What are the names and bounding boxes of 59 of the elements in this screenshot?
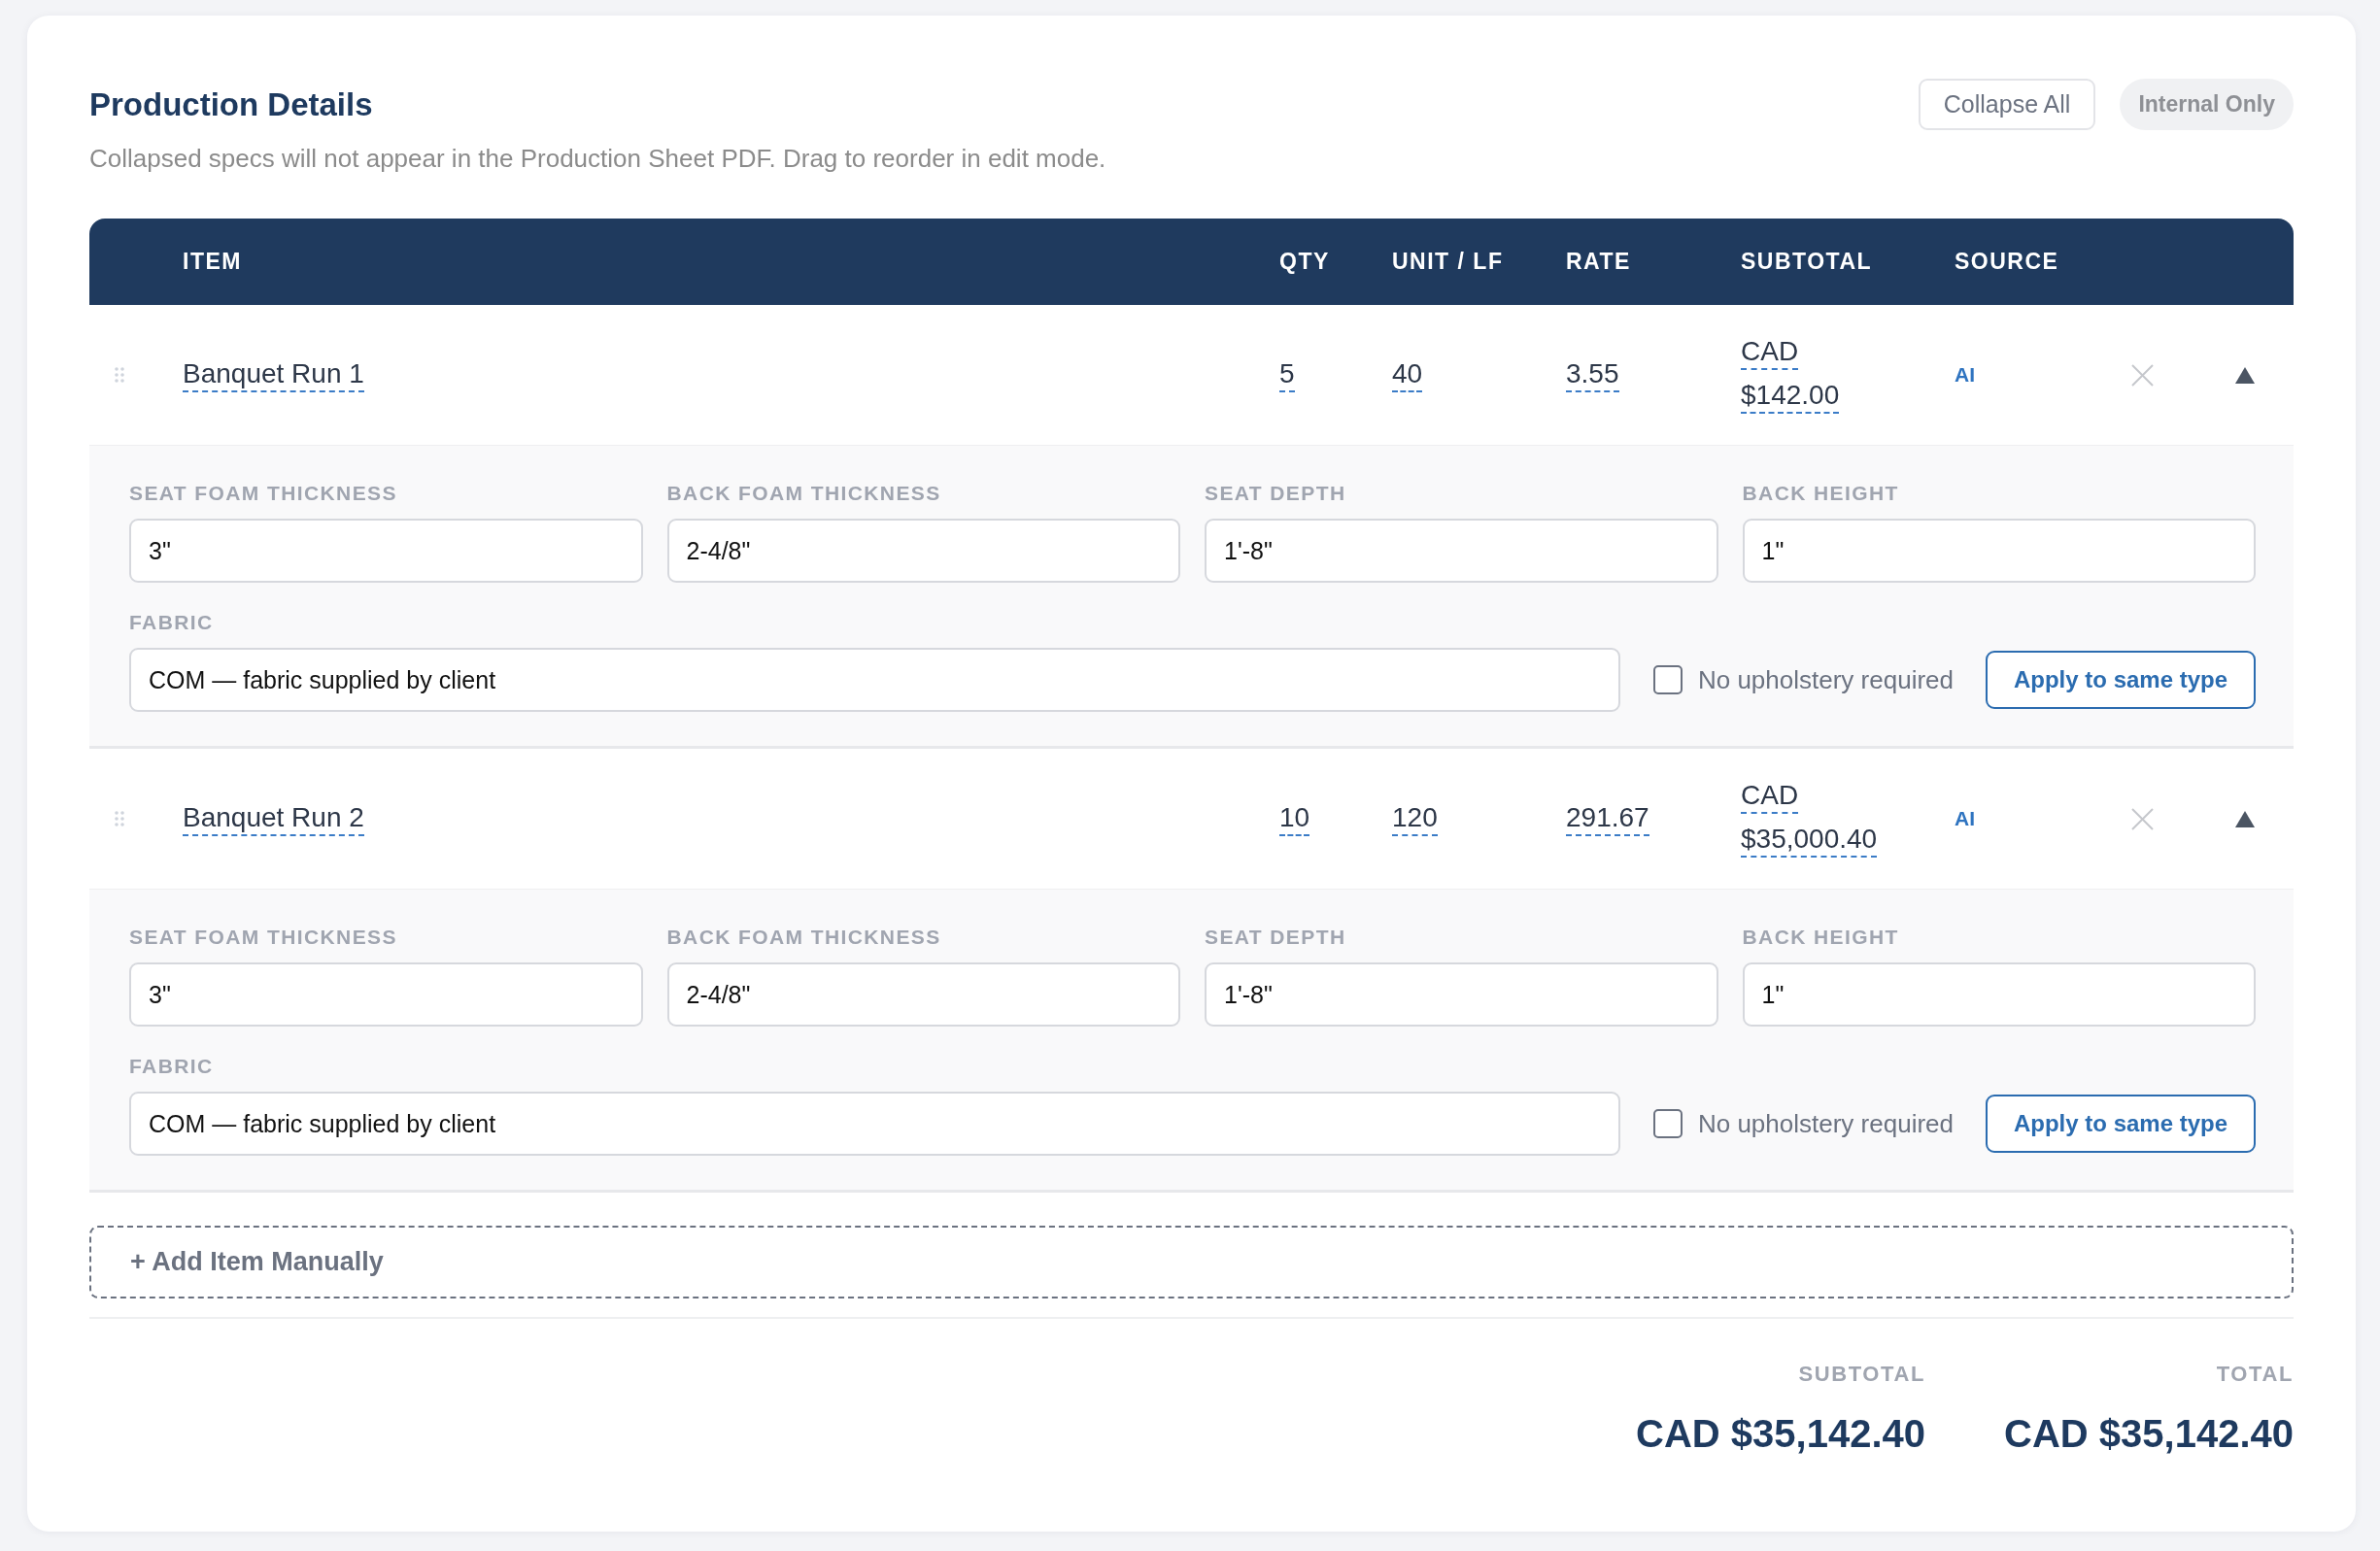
- checkbox[interactable]: [1652, 1109, 1683, 1138]
- field-label: FABRIC: [129, 1055, 215, 1078]
- drag-handle-icon[interactable]: [115, 367, 124, 383]
- column-header: QTY: [1279, 249, 1330, 275]
- subtotal-value[interactable]: $35,000.40: [1741, 824, 1878, 858]
- field-label: BACK HEIGHT: [1742, 926, 1900, 949]
- section-title: Production Details: [89, 84, 373, 124]
- currency-code[interactable]: CAD: [1741, 780, 1799, 814]
- apply-button[interactable]: Apply to same type: [1986, 1095, 2256, 1153]
- internal-badge: Internal Only: [2120, 79, 2294, 130]
- source-label: AI: [1955, 807, 1975, 830]
- input-field[interactable]: 1'-8": [1205, 519, 1718, 583]
- column-header: ITEM: [183, 249, 242, 275]
- subtotal-value[interactable]: $142.00: [1741, 380, 1840, 414]
- drag-handle-icon[interactable]: [115, 811, 124, 826]
- total-label: TOTAL: [2216, 1363, 2294, 1386]
- section-description: Collapsed specs will not appear in the Production Sheet PDF. Drag to reorder in edit mode.: [89, 144, 1107, 173]
- total-label: SUBTOTAL: [1798, 1363, 1926, 1386]
- apply-button[interactable]: Apply to same type: [1986, 651, 2256, 709]
- field-label: FABRIC: [129, 611, 215, 634]
- input-field[interactable]: 3": [129, 962, 643, 1027]
- rate-value[interactable]: 291.67: [1566, 801, 1649, 836]
- field-label: BACK FOAM THICKNESS: [666, 926, 942, 949]
- total-value: CAD $35,142.40: [2004, 1411, 2294, 1457]
- up-triangle-icon[interactable]: [2235, 366, 2255, 384]
- input-field[interactable]: 1": [1742, 962, 2256, 1027]
- input-field[interactable]: COM — fabric supplied by client: [129, 648, 1620, 712]
- field-label: BACK HEIGHT: [1742, 482, 1900, 505]
- rate-value[interactable]: 3.55: [1566, 357, 1619, 392]
- column-header: RATE: [1566, 249, 1631, 275]
- source-label: AI: [1955, 363, 1975, 387]
- checkbox[interactable]: [1652, 665, 1683, 694]
- checkbox-label: No upholstery required: [1697, 1108, 1954, 1139]
- input-field[interactable]: 1": [1742, 519, 2256, 583]
- checkbox-label: No upholstery required: [1697, 664, 1954, 695]
- input-field[interactable]: 2-4/8": [666, 962, 1180, 1027]
- field-label: SEAT DEPTH: [1205, 482, 1347, 505]
- unit-value[interactable]: 120: [1392, 801, 1438, 836]
- input-field[interactable]: 2-4/8": [666, 519, 1180, 583]
- field-label: SEAT FOAM THICKNESS: [129, 482, 398, 505]
- currency-code[interactable]: CAD: [1741, 336, 1799, 370]
- column-header: SOURCE: [1955, 249, 2059, 275]
- total-value: CAD $35,142.40: [1636, 1411, 1926, 1457]
- column-header: SUBTOTAL: [1741, 249, 1873, 275]
- quantity-value[interactable]: 5: [1279, 357, 1295, 392]
- input-field[interactable]: 3": [129, 519, 643, 583]
- input-field[interactable]: 1'-8": [1205, 962, 1718, 1027]
- field-label: SEAT FOAM THICKNESS: [129, 926, 398, 949]
- add-item-button[interactable]: + Add Item Manually: [89, 1226, 2294, 1298]
- field-label: BACK FOAM THICKNESS: [666, 482, 942, 505]
- collapse-all-button[interactable]: Collapse All: [1918, 79, 2096, 130]
- field-label: SEAT DEPTH: [1205, 926, 1347, 949]
- item-name[interactable]: Banquet Run 2: [183, 801, 364, 836]
- up-triangle-icon[interactable]: [2235, 810, 2255, 827]
- input-field[interactable]: COM — fabric supplied by client: [129, 1092, 1620, 1156]
- unit-value[interactable]: 40: [1392, 357, 1423, 392]
- quantity-value[interactable]: 10: [1279, 801, 1310, 836]
- column-header: UNIT / LF: [1392, 249, 1504, 275]
- item-name[interactable]: Banquet Run 1: [183, 357, 364, 392]
